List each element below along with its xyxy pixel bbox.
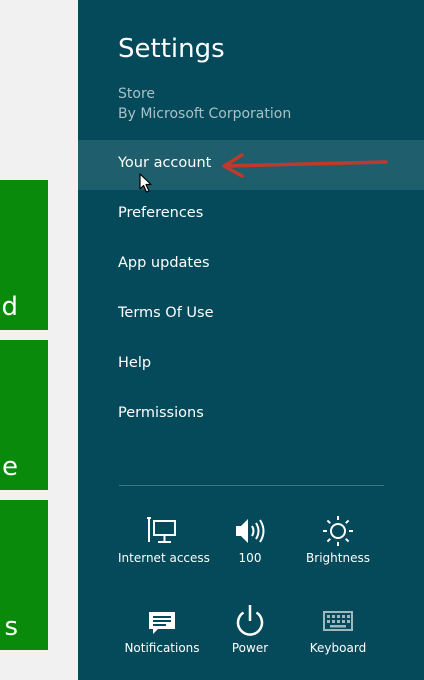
quick-setting-label: Keyboard xyxy=(309,641,367,655)
volume-button[interactable]: 100 xyxy=(206,514,294,584)
start-tile[interactable]: d xyxy=(0,180,48,330)
quick-setting-label: Internet access xyxy=(118,551,210,565)
menu-item-label: App updates xyxy=(118,255,210,271)
menu-item-label: Permissions xyxy=(118,405,204,421)
notifications-icon xyxy=(118,604,206,640)
quick-setting-label: Notifications xyxy=(124,641,200,655)
menu-item-your-account[interactable]: Your account xyxy=(78,140,424,190)
keyboard-button[interactable]: Keyboard xyxy=(294,604,382,674)
menu-item-label: Help xyxy=(118,355,152,371)
tile-label: e xyxy=(2,452,18,482)
divider xyxy=(119,485,384,486)
keyboard-icon xyxy=(294,604,382,640)
menu-item-label: Terms Of Use xyxy=(118,305,214,321)
tile-label: s xyxy=(4,612,18,642)
power-button[interactable]: Power xyxy=(206,604,294,674)
menu-item-label: Preferences xyxy=(118,205,204,221)
brightness-icon xyxy=(294,514,382,550)
menu-item-terms-of-use[interactable]: Terms Of Use xyxy=(78,290,424,340)
brightness-button[interactable]: Brightness xyxy=(294,514,382,584)
quick-setting-label: Brightness xyxy=(306,551,370,565)
quick-setting-label: 100 xyxy=(238,551,262,565)
internet-access-button[interactable]: Internet access xyxy=(118,514,210,584)
pane-title: Settings xyxy=(118,34,225,64)
app-name: Store xyxy=(118,86,156,102)
power-icon xyxy=(206,604,294,640)
settings-pane: Settings Store By Microsoft Corporation … xyxy=(78,0,424,680)
menu-item-label: Your account xyxy=(118,155,212,171)
menu-item-permissions[interactable]: Permissions xyxy=(78,390,424,440)
menu-item-help[interactable]: Help xyxy=(78,340,424,390)
speaker-icon xyxy=(206,514,294,550)
network-icon xyxy=(118,514,206,550)
start-tile[interactable]: s xyxy=(0,500,48,650)
menu-item-preferences[interactable]: Preferences xyxy=(78,190,424,240)
tile-label: d xyxy=(1,292,18,322)
menu-item-app-updates[interactable]: App updates xyxy=(78,240,424,290)
quick-setting-label: Power xyxy=(231,641,269,655)
app-publisher: By Microsoft Corporation xyxy=(118,106,292,122)
notifications-button[interactable]: Notifications xyxy=(118,604,206,674)
start-tile[interactable]: e xyxy=(0,340,48,490)
